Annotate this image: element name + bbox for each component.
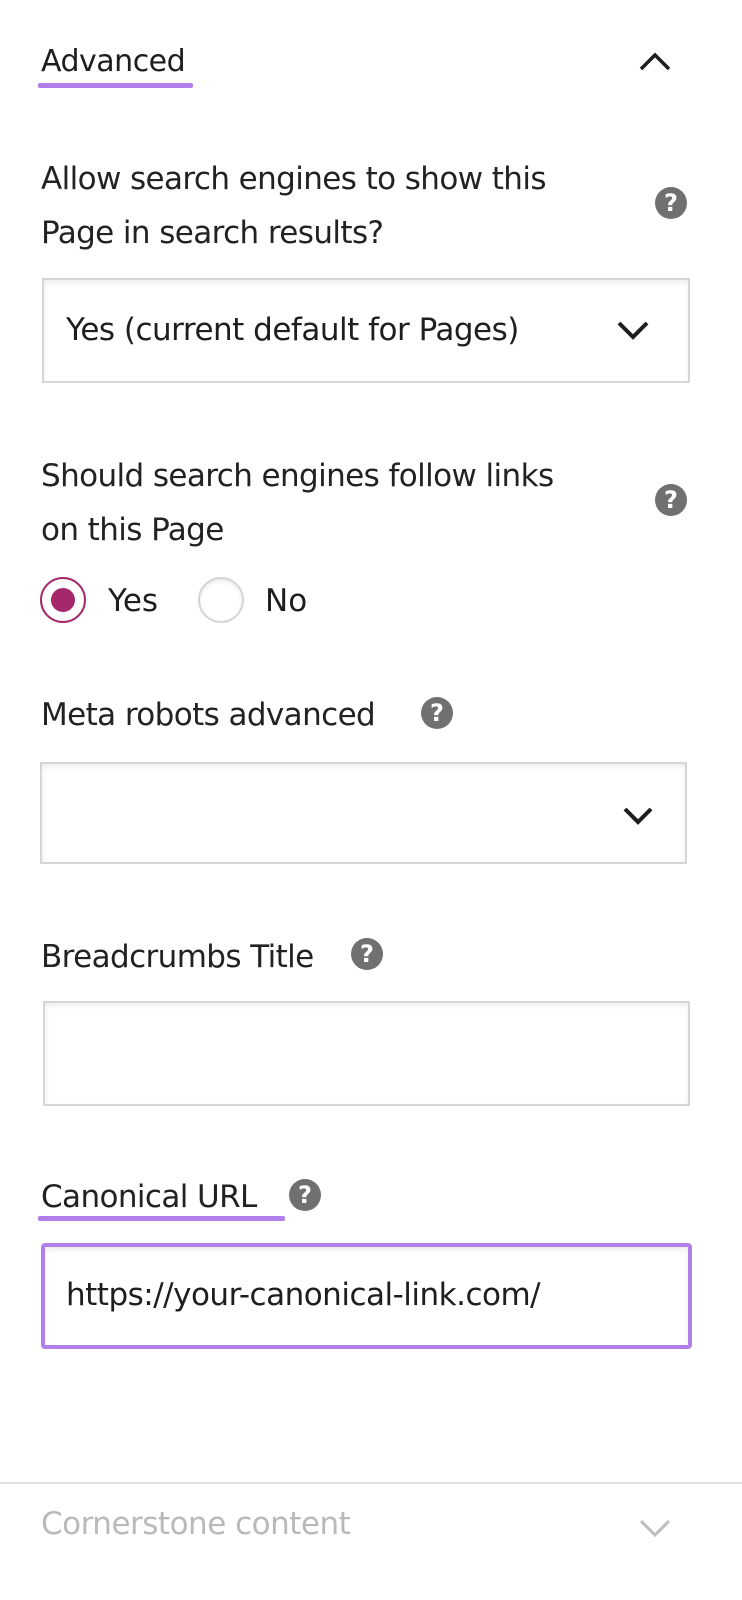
- follow-links-no-radio[interactable]: [198, 577, 244, 623]
- meta-robots-select[interactable]: [40, 762, 687, 864]
- canonical-url-label-text: Canonical URL: [41, 1179, 257, 1215]
- show-in-search-selected: Yes (current default for Pages): [66, 312, 519, 348]
- show-in-search-label-line1: Allow search engines to show this: [41, 161, 546, 197]
- section-divider: [0, 1482, 742, 1484]
- chevron-down-icon: [617, 321, 649, 340]
- show-in-search-select[interactable]: Yes (current default for Pages): [42, 278, 690, 383]
- follow-links-label-line2: on this Page: [41, 512, 224, 548]
- chevron-down-icon: [623, 807, 653, 825]
- question-circle-icon[interactable]: ?: [655, 187, 687, 219]
- breadcrumbs-title-label-text: Breadcrumbs Title: [41, 939, 314, 975]
- breadcrumbs-title-input[interactable]: [43, 1001, 690, 1106]
- follow-links-label: Should search engines follow links on th…: [41, 449, 554, 557]
- show-in-search-label: Allow search engines to show this Page i…: [41, 152, 546, 260]
- question-circle-icon[interactable]: ?: [655, 484, 687, 516]
- follow-links-no-label[interactable]: No: [265, 583, 307, 619]
- follow-links-yes-label[interactable]: Yes: [108, 583, 158, 619]
- follow-links-yes-radio[interactable]: [40, 577, 86, 623]
- follow-links-label-line1: Should search engines follow links: [41, 458, 554, 494]
- meta-robots-label: Meta robots advanced: [41, 688, 376, 742]
- canonical-url-value: https://your-canonical-link.com/: [66, 1277, 541, 1313]
- chevron-down-icon[interactable]: [638, 1518, 672, 1540]
- cornerstone-section-toggle[interactable]: Cornerstone content: [41, 1506, 351, 1542]
- question-circle-icon[interactable]: ?: [289, 1179, 321, 1211]
- question-circle-icon[interactable]: ?: [421, 697, 453, 729]
- cornerstone-section-title: Cornerstone content: [41, 1506, 351, 1542]
- meta-robots-label-text: Meta robots advanced: [41, 697, 376, 733]
- question-circle-icon[interactable]: ?: [351, 938, 383, 970]
- advanced-section-toggle[interactable]: Advanced: [41, 42, 186, 82]
- advanced-title-underline: [38, 83, 193, 88]
- canonical-url-underline: [38, 1216, 285, 1221]
- chevron-up-icon[interactable]: [638, 50, 672, 72]
- canonical-url-input[interactable]: https://your-canonical-link.com/: [41, 1243, 692, 1349]
- show-in-search-label-line2: Page in search results?: [41, 215, 384, 251]
- advanced-section-title: Advanced: [41, 44, 186, 79]
- breadcrumbs-title-label: Breadcrumbs Title: [41, 930, 314, 984]
